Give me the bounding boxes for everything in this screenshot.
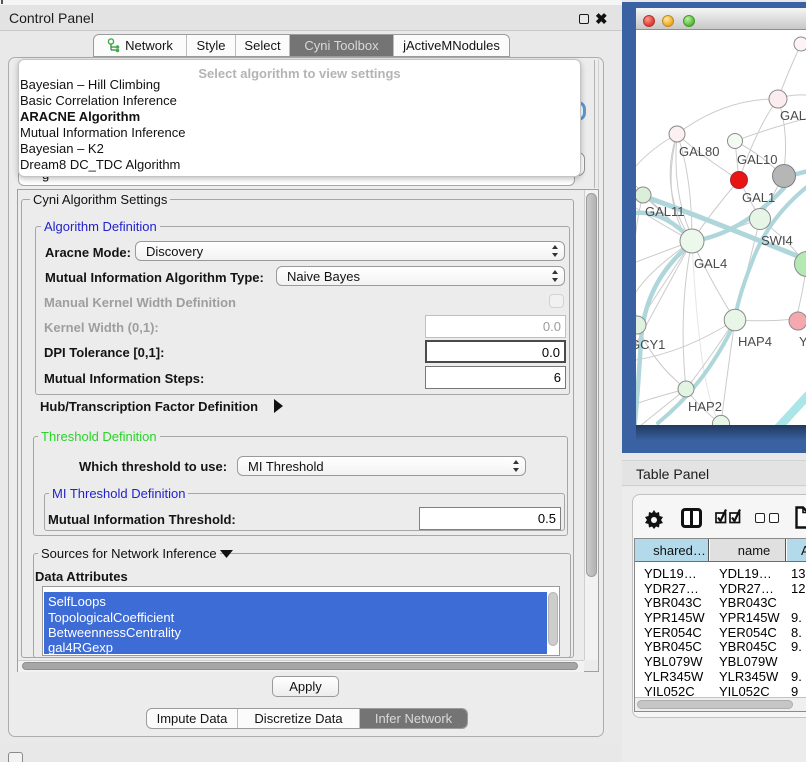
svg-text:GAL11: GAL11 xyxy=(645,204,685,219)
svg-text:GAL4: GAL4 xyxy=(694,256,727,271)
svg-text:HAP2: HAP2 xyxy=(688,399,722,414)
svg-text:SWI4: SWI4 xyxy=(761,233,793,248)
svg-text:Y: Y xyxy=(799,334,806,349)
svg-text:GAL7: GAL7 xyxy=(780,108,806,123)
svg-text:GCY1: GCY1 xyxy=(636,337,665,352)
svg-text:GAL80: GAL80 xyxy=(679,144,719,159)
svg-text:GAL1: GAL1 xyxy=(742,190,775,205)
svg-text:HAP4: HAP4 xyxy=(738,334,772,349)
svg-text:GAL10: GAL10 xyxy=(737,152,777,167)
